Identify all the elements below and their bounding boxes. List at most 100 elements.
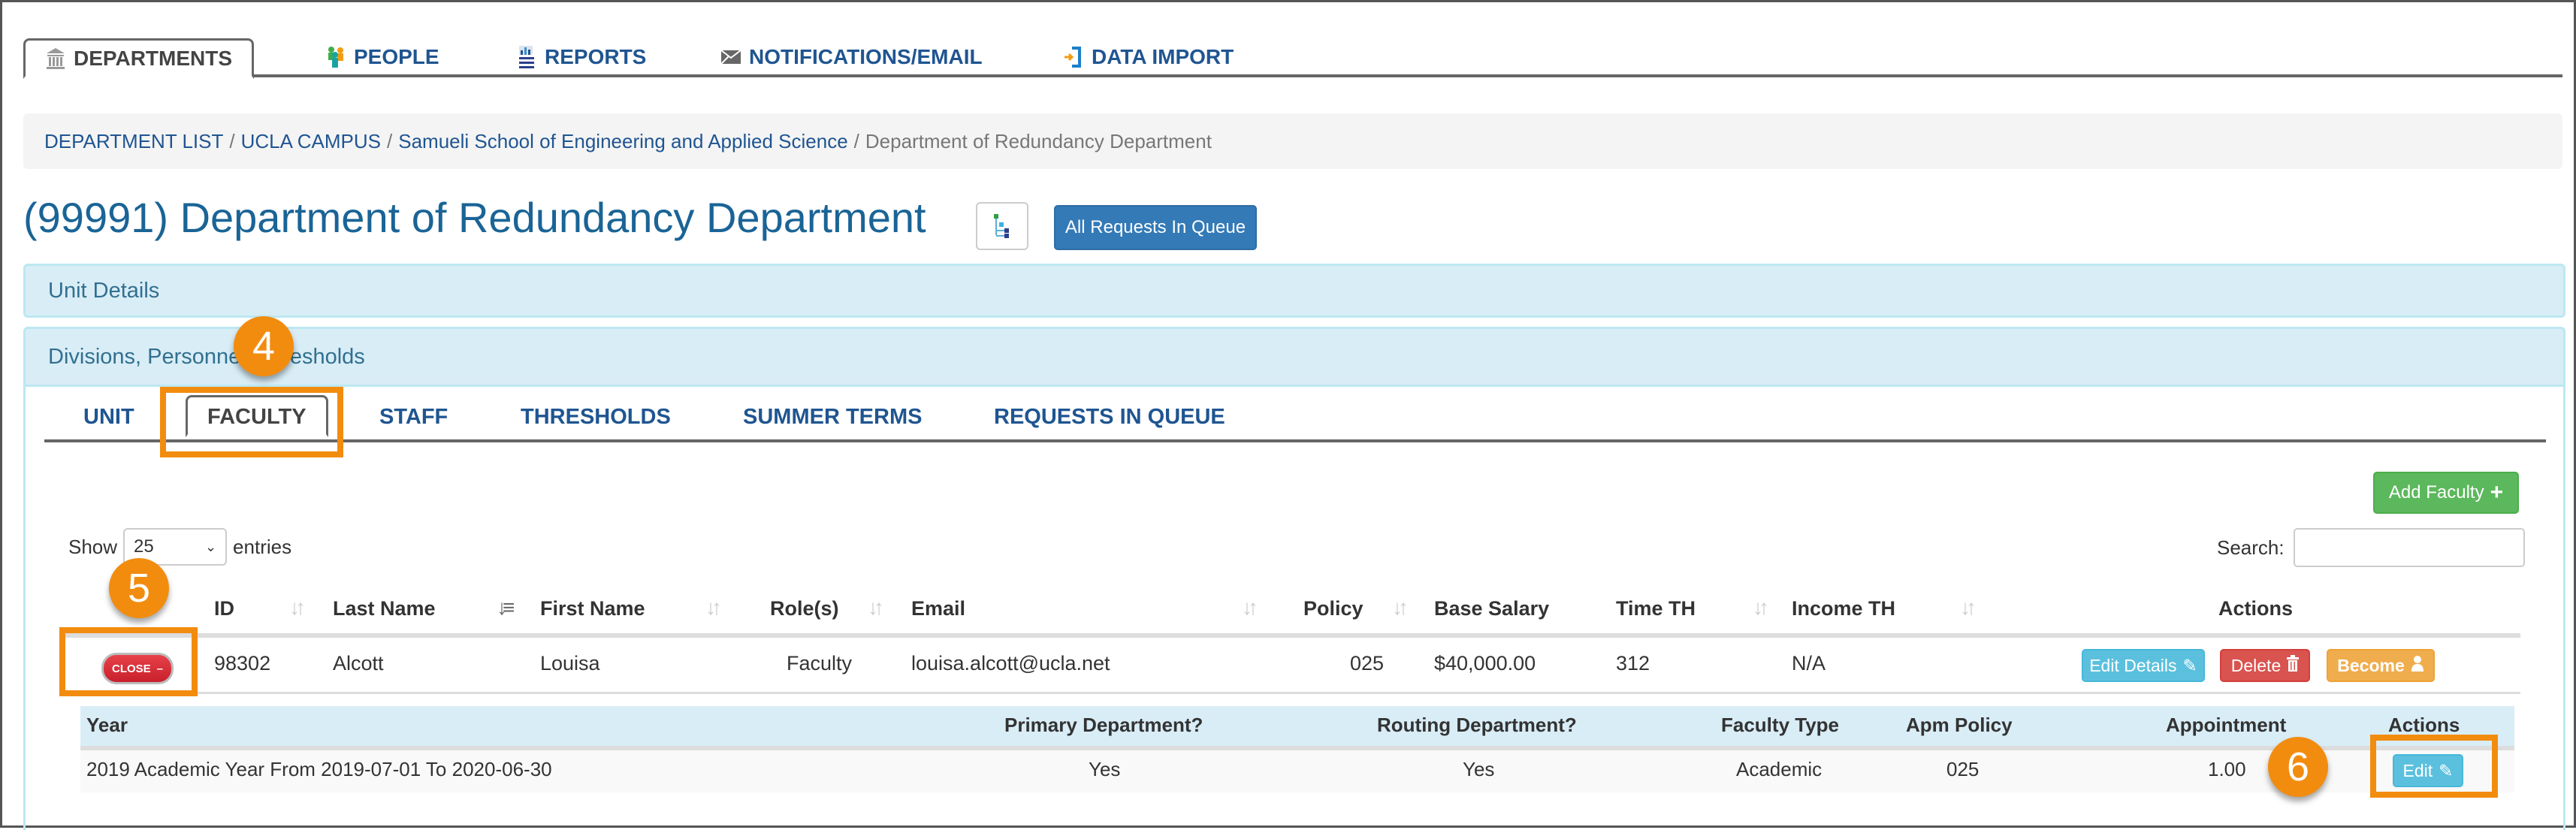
entries-value: 25 <box>134 536 154 557</box>
import-icon <box>1063 46 1084 68</box>
chevron-down-icon: ⌄ <box>204 539 217 554</box>
row-divider <box>65 692 2520 694</box>
tab-thresholds[interactable]: THRESHOLDS <box>521 405 671 430</box>
sort-icon[interactable]: ↓↑ <box>1392 596 1409 620</box>
breadcrumb-school[interactable]: Samueli School of Engineering and Applie… <box>398 130 847 153</box>
column-header-policy[interactable]: Policy <box>1303 597 1363 620</box>
sort-icon[interactable]: ↓↑ <box>705 596 722 620</box>
sort-icon[interactable]: ↓↑ <box>1960 596 1977 620</box>
envelope-icon <box>720 46 741 68</box>
breadcrumb: DEPARTMENT LIST / UCLA CAMPUS / Samueli … <box>23 113 2562 169</box>
detail-cell-year: 2019 Academic Year From 2019-07-01 To 20… <box>86 758 552 780</box>
button-label: Add Faculty <box>2388 482 2484 503</box>
breadcrumb-separator: / <box>229 129 235 152</box>
hierarchy-icon <box>992 213 1012 243</box>
tab-unit[interactable]: UNIT <box>83 405 134 430</box>
cell-base-salary: $40,000.00 <box>1434 652 1536 675</box>
detail-header-year: Year <box>86 714 128 736</box>
search: Search: <box>2217 528 2525 567</box>
people-icon <box>325 46 346 68</box>
detail-header-appointment: Appointment <box>2166 714 2287 736</box>
building-icon <box>45 47 66 70</box>
detail-cell-faculty-type: Academic <box>1736 758 1823 780</box>
cell-email: louisa.alcott@ucla.net <box>911 652 1110 675</box>
search-input[interactable] <box>2293 528 2525 567</box>
trash-icon <box>2287 655 2300 676</box>
entries-label: entries <box>233 535 292 558</box>
tab-departments[interactable]: DEPARTMENTS <box>23 38 255 79</box>
add-faculty-button[interactable]: Add Faculty + <box>2373 472 2519 514</box>
tab-staff[interactable]: STAFF <box>379 405 448 430</box>
column-header-first-name[interactable]: First Name <box>540 597 645 620</box>
tab-label: REPORTS <box>545 45 647 68</box>
column-header-roles[interactable]: Role(s) <box>770 597 839 620</box>
column-header-base-salary[interactable]: Base Salary <box>1434 597 1549 620</box>
breadcrumb-current: Department of Redundancy Department <box>865 129 1212 152</box>
unit-details-panel[interactable]: Unit Details <box>23 264 2565 318</box>
panel-title: Divisions, Personnel, Thresholds <box>48 344 365 369</box>
cell-roles: Faculty <box>787 652 853 675</box>
breadcrumb-department-list[interactable]: DEPARTMENT LIST <box>44 130 223 153</box>
column-header-id[interactable]: ID <box>214 597 234 620</box>
cell-time-th: 312 <box>1616 652 1650 675</box>
callout-edit-button <box>2370 735 2498 798</box>
column-header-actions: Actions <box>2218 597 2294 620</box>
breadcrumb-ucla-campus[interactable]: UCLA CAMPUS <box>241 130 381 153</box>
show-entries: Show 25 ⌄ entries <box>68 528 291 566</box>
tab-label: DATA IMPORT <box>1092 45 1234 68</box>
column-header-income-th[interactable]: Income TH <box>1792 597 1895 620</box>
annotation-badge-5: 5 <box>109 558 169 618</box>
detail-cell-primary: Yes <box>1089 758 1121 780</box>
top-nav: DEPARTMENTS PEOPLE REPORTS NOTIFICATIONS… <box>23 38 2562 79</box>
show-label: Show <box>68 535 118 558</box>
detail-cell-apm-policy: 025 <box>1946 758 1980 780</box>
all-requests-in-queue-button[interactable]: All Requests In Queue <box>1054 205 1257 250</box>
pencil-icon: ✎ <box>2182 655 2197 675</box>
detail-header-apm-policy: Apm Policy <box>1906 714 2013 736</box>
edit-details-button[interactable]: Edit Details ✎ <box>2082 649 2205 682</box>
plus-icon: + <box>2490 480 2504 505</box>
tab-notifications-email[interactable]: NOTIFICATIONS/EMAIL <box>720 40 983 74</box>
cell-last-name: Alcott <box>333 652 384 675</box>
sort-icon[interactable]: ↓↑ <box>1753 596 1769 620</box>
column-header-email[interactable]: Email <box>911 597 965 620</box>
button-label: Delete <box>2230 655 2282 675</box>
sort-icon[interactable]: ↓↑ <box>289 596 306 620</box>
tab-summer-terms[interactable]: SUMMER TERMS <box>743 405 922 430</box>
column-header-last-name[interactable]: Last Name <box>333 597 436 620</box>
button-label: Become <box>2337 655 2405 675</box>
detail-cell-appointment: 1.00 <box>2208 758 2246 780</box>
cell-id: 98302 <box>214 652 271 675</box>
sort-icon[interactable]: ↓↑ <box>868 596 884 620</box>
tab-requests-in-queue[interactable]: REQUESTS IN QUEUE <box>994 405 1225 430</box>
detail-cell-routing: Yes <box>1463 758 1495 780</box>
hierarchy-button[interactable] <box>976 202 1028 250</box>
button-label: Edit Details <box>2089 655 2177 675</box>
tab-reports[interactable]: REPORTS <box>516 40 646 74</box>
column-header-time-th[interactable]: Time TH <box>1616 597 1696 620</box>
delete-button[interactable]: Delete <box>2220 649 2310 682</box>
detail-header-actions: Actions <box>2388 714 2460 736</box>
faculty-tabs: UNIT FACULTY STAFF THRESHOLDS SUMMER TER… <box>44 395 2546 442</box>
breadcrumb-separator: / <box>387 129 393 152</box>
sort-ascending-icon[interactable]: ↓≡ <box>497 596 515 620</box>
page-title: (99991) Department of Redundancy Departm… <box>23 194 926 241</box>
cell-income-th: N/A <box>1792 652 1826 675</box>
divisions-panel[interactable]: Divisions, Personnel, Thresholds <box>23 327 2565 387</box>
callout-faculty-tab <box>160 387 343 457</box>
annotation-badge-4: 4 <box>234 316 294 376</box>
tab-people[interactable]: PEOPLE <box>325 40 439 74</box>
tab-label: DEPARTMENTS <box>74 46 233 70</box>
tab-label: PEOPLE <box>354 45 439 68</box>
tab-label: NOTIFICATIONS/EMAIL <box>749 45 983 68</box>
become-button[interactable]: Become <box>2327 649 2435 682</box>
annotation-badge-6: 6 <box>2268 737 2328 797</box>
detail-header-routing: Routing Department? <box>1377 714 1577 736</box>
reports-icon <box>516 46 537 68</box>
search-label: Search: <box>2217 536 2285 559</box>
callout-close-button <box>59 627 198 696</box>
panel-title: Unit Details <box>48 278 160 303</box>
tab-data-import[interactable]: DATA IMPORT <box>1063 40 1234 74</box>
sort-icon[interactable]: ↓↑ <box>1242 596 1258 620</box>
user-icon <box>2411 655 2424 676</box>
